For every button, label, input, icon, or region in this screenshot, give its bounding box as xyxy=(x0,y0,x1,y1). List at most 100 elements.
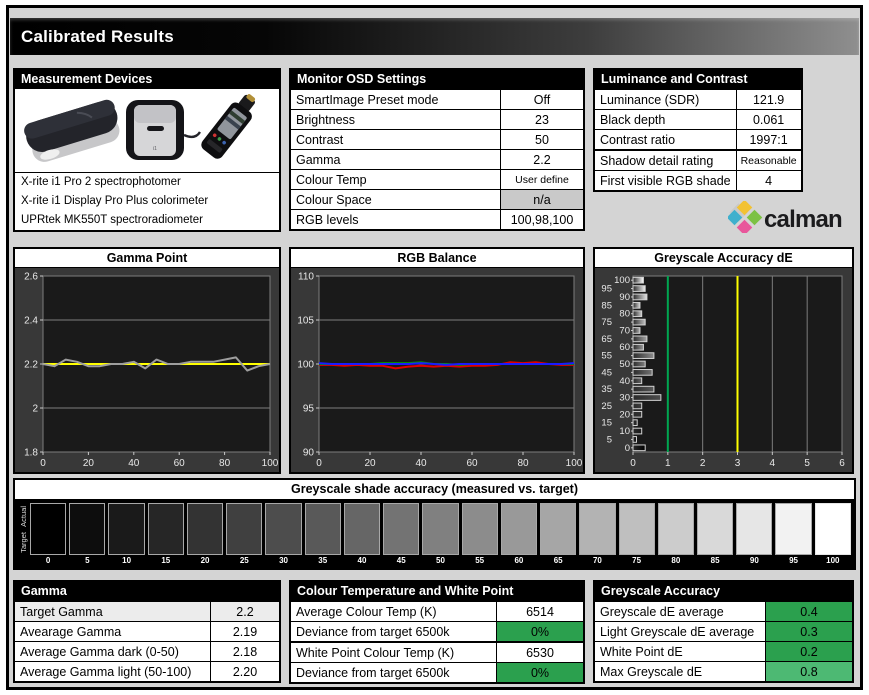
table-row: Target Gamma 2.2 xyxy=(15,601,279,621)
greyscale-de-chart-title: Greyscale Accuracy dE xyxy=(595,249,852,268)
row-value: 0.3 xyxy=(765,622,852,641)
row-label: Greyscale dE average xyxy=(600,604,724,619)
uprtek-device-icon xyxy=(201,93,256,159)
table-row: Contrast ratio 1997:1 xyxy=(595,129,801,149)
greyscale-de-chart: 0 1 2 3 4 5 6 0 5 10 15 20 25 30 35 40 45 50 55 60 65 70 75 80 8… xyxy=(595,268,852,472)
svg-text:15: 15 xyxy=(601,418,612,429)
patch-swatch xyxy=(696,503,734,555)
patch-value-label: 75 xyxy=(632,556,642,565)
svg-text:35: 35 xyxy=(601,384,612,395)
row-value: 100,98,100 xyxy=(500,210,583,229)
greyscale-summary-panel: Greyscale Accuracy Greyscale dE average 0… xyxy=(593,580,854,683)
svg-text:100: 100 xyxy=(297,360,314,371)
patch-swatch xyxy=(147,503,184,555)
de-bar-35 xyxy=(632,385,655,393)
greyscale-patch-5: 5 xyxy=(69,503,106,566)
patch-value-label: 0 xyxy=(45,556,51,565)
measurement-devices-header: Measurement Devices xyxy=(15,70,279,89)
svg-text:95: 95 xyxy=(303,404,315,415)
row-value: n/a xyxy=(500,190,583,209)
patch-value-label: 15 xyxy=(161,556,171,565)
greyscale-patch-70: 70 xyxy=(579,503,616,566)
svg-text:80: 80 xyxy=(219,458,231,469)
row-label: Colour Temp xyxy=(296,172,367,187)
greyscale-patch-0: 0 xyxy=(30,503,67,566)
row-label: First visible RGB shade xyxy=(600,173,731,188)
gamma-summary-header: Gamma xyxy=(15,582,279,601)
row-label: RGB levels xyxy=(296,212,359,227)
svg-text:20: 20 xyxy=(619,409,630,420)
table-row: SmartImage Preset mode Off xyxy=(291,89,583,109)
row-label: Average Gamma light (50-100) xyxy=(20,664,192,679)
table-row: Greyscale dE average 0.4 xyxy=(595,601,852,621)
luminance-table: Luminance (SDR) 121.9 Black depth 0.061 Cont… xyxy=(595,89,801,190)
strip-actual-label: Actual xyxy=(19,505,28,527)
svg-text:95: 95 xyxy=(601,284,612,295)
de-bar-45 xyxy=(632,369,653,376)
row-value: 2.2 xyxy=(500,150,583,169)
greyscale-patch-50: 50 xyxy=(422,503,459,566)
table-row: Light Greyscale dE average 0.3 xyxy=(595,621,852,641)
greyscale-patch-90: 90 xyxy=(736,503,773,566)
de-bar-15 xyxy=(632,419,638,427)
row-value: 121.9 xyxy=(735,90,801,109)
greyscale-summary-table: Greyscale dE average 0.4 Light Greyscale d… xyxy=(595,601,852,681)
top-row: Measurement Devices i1 X-rite i1 Pro 2 s… xyxy=(13,68,856,233)
row-value: User define xyxy=(500,170,583,189)
greyscale-strip: Actual Target 0 5 10 15 20 25 30 35 40 45 50 55 60 65… xyxy=(15,500,854,568)
greyscale-patch-10: 10 xyxy=(108,503,145,566)
row-label: Average Gamma dark (0-50) xyxy=(20,644,179,659)
patch-value-label: 65 xyxy=(553,556,563,565)
report-page: Calibrated Results Measurement Devices i… xyxy=(6,5,863,690)
rgb-balance-svg: 90 95 100 105 110 0 20 40 60 80 100 xyxy=(297,272,582,470)
svg-text:70: 70 xyxy=(619,325,630,336)
table-row: Average Gamma light (50-100) 2.20 xyxy=(15,661,279,681)
rgb-balance-chart-title: RGB Balance xyxy=(291,249,583,268)
svg-text:10: 10 xyxy=(619,426,630,437)
colour-temp-table: Average Colour Temp (K) 6514 Deviance from… xyxy=(291,601,583,682)
svg-text:0: 0 xyxy=(630,458,636,469)
row-label: Colour Space xyxy=(296,192,372,207)
svg-text:2.4: 2.4 xyxy=(24,316,38,327)
gamma-point-chart-title: Gamma Point xyxy=(15,249,279,268)
patch-value-label: 95 xyxy=(789,556,799,565)
row-label: Deviance from target 6500k xyxy=(296,665,450,680)
svg-text:0: 0 xyxy=(40,458,46,469)
patch-swatch xyxy=(461,503,498,555)
patch-swatch xyxy=(30,503,67,555)
luminance-header: Luminance and Contrast xyxy=(595,70,801,89)
patch-swatch xyxy=(265,503,302,555)
row-value: 50 xyxy=(500,130,583,149)
svg-text:20: 20 xyxy=(83,458,95,469)
greyscale-patch-30: 30 xyxy=(265,503,302,566)
page-title: Calibrated Results xyxy=(21,26,174,46)
patch-swatch xyxy=(814,503,851,555)
calman-wordmark: calman xyxy=(764,206,842,233)
patch-value-label: 30 xyxy=(279,556,288,565)
patch-value-label: 10 xyxy=(122,556,132,565)
patch-swatch xyxy=(775,503,812,555)
svg-text:i1: i1 xyxy=(153,146,157,152)
table-row: Luminance (SDR) 121.9 xyxy=(595,89,801,109)
monitor-osd-header: Monitor OSD Settings xyxy=(291,70,583,89)
monitor-osd-table: SmartImage Preset mode Off Brightness 23 Con… xyxy=(291,89,583,229)
patch-value-label: 90 xyxy=(749,556,759,565)
svg-text:90: 90 xyxy=(619,292,630,303)
svg-text:110: 110 xyxy=(298,272,314,283)
svg-text:30: 30 xyxy=(619,393,630,404)
luminance-cell: Luminance and Contrast Luminance (SDR) 12… xyxy=(593,68,854,233)
greyscale-patch-80: 80 xyxy=(657,503,694,566)
patch-value-label: 60 xyxy=(514,556,524,565)
gamma-point-chart: 1.8 2 2.2 2.4 2.6 0 20 40 60 80 100 xyxy=(15,268,279,472)
svg-text:0: 0 xyxy=(625,443,630,454)
row-value: 4 xyxy=(735,171,801,190)
svg-text:25: 25 xyxy=(601,401,612,412)
row-label: White Point Colour Temp (K) xyxy=(296,645,455,660)
patch-value-label: 100 xyxy=(826,556,840,565)
greyscale-patch-20: 20 xyxy=(186,503,224,566)
greyscale-strip-title: Greyscale shade accuracy (measured vs. t… xyxy=(15,480,854,500)
table-row: Colour Temp User define xyxy=(291,169,583,189)
patch-value-label: 40 xyxy=(357,556,367,565)
svg-text:1: 1 xyxy=(665,458,671,469)
row-label: Avearage Gamma xyxy=(20,624,122,639)
